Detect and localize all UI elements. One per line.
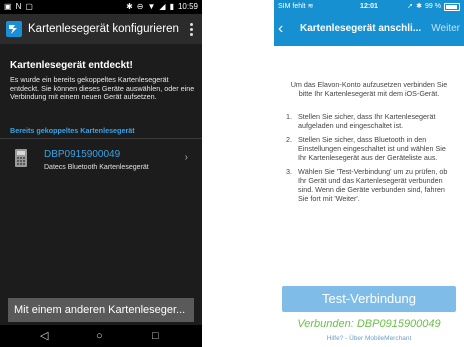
back-nav-icon[interactable]: ◁ [40, 330, 48, 342]
bluetooth-icon: ✱ [126, 2, 133, 11]
discovered-description: Es wurde ein bereits gekoppeltes Kartenl… [10, 75, 195, 102]
help-link[interactable]: Hilfe? - Über MobileMerchant [274, 335, 464, 342]
overflow-menu-icon[interactable] [186, 21, 196, 37]
signal-icon: ◢ [159, 2, 166, 11]
android-status-time: 10:59 [177, 2, 198, 11]
recents-nav-icon[interactable]: □ [152, 330, 159, 342]
bluetooth-icon: ✱ [416, 3, 423, 10]
instruction-step: 3. Wählen Sie 'Test-Verbindung' um zu prü… [286, 167, 448, 203]
next-button[interactable]: Weiter [431, 18, 460, 40]
intro-text: Um das Elavon-Konto aufzusetzen verbinde… [290, 80, 448, 98]
nav-title: Kartenlesegerät anschli... [300, 23, 422, 34]
chevron-right-icon: › [184, 152, 188, 163]
paired-section-label: Bereits gekoppeltes Kartenlesegerät [10, 126, 135, 135]
notification-icon: ▣ [4, 2, 12, 11]
back-chevron-icon[interactable]: ‹ [278, 18, 283, 40]
gallery-icon: ▢ [25, 2, 33, 11]
ios-screen: SIM fehlt ≋ 12:01 ➚ ✱ 99 % ‹ Kartenleseg… [274, 0, 464, 347]
home-nav-icon[interactable]: ○ [96, 330, 103, 342]
instruction-step: 1. Stellen Sie sicher, dass Ihr Kartenles… [286, 112, 436, 130]
discovered-heading: Kartenlesegerät entdeckt! [10, 60, 133, 71]
wifi-icon: ▼ [147, 2, 156, 11]
app-logo-icon [6, 21, 22, 37]
card-reader-icon [14, 148, 28, 168]
android-status-bar: ▣ N ▢ ✱ ⊖ ▼ ◢ ▮ 10:59 [0, 0, 202, 14]
other-reader-button[interactable]: Mit einem anderen Kartenleseger... [8, 298, 194, 322]
android-nav-bar: ◁ ○ □ [0, 325, 202, 347]
battery-icon: ▮ [169, 2, 174, 11]
nfc-icon: N [15, 2, 22, 11]
ios-header: SIM fehlt ≋ 12:01 ➚ ✱ 99 % ‹ Kartenleseg… [274, 0, 464, 46]
connection-status: Verbunden: DBP0915900049 [297, 318, 441, 330]
location-icon: ➚ [407, 3, 414, 10]
battery-percent: 99 % [425, 3, 441, 10]
test-connection-button[interactable]: Test-Verbindung [282, 286, 456, 312]
dnd-icon: ⊖ [136, 2, 144, 11]
device-name: DBP0915900049 [44, 149, 121, 160]
battery-icon [444, 3, 460, 11]
android-screen: ▣ N ▢ ✱ ⊖ ▼ ◢ ▮ 10:59 Kartenlesegerät ko… [0, 0, 202, 347]
paired-device-item[interactable]: DBP0915900049 Datecs Bluetooth Kartenles… [0, 142, 202, 178]
ios-status-bar: SIM fehlt ≋ 12:01 ➚ ✱ 99 % [274, 0, 464, 14]
instruction-list: 1. Stellen Sie sicher, dass Ihr Kartenles… [286, 112, 456, 208]
instruction-step: 2. Stellen Sie sicher, dass Bluetooth in … [286, 135, 446, 162]
android-app-bar: Kartenlesegerät konfigurieren [0, 14, 202, 44]
app-bar-title: Kartenlesegerät konfigurieren [28, 23, 179, 35]
device-subtitle: Datecs Bluetooth Kartenlesegerät [44, 164, 149, 171]
section-divider [0, 138, 202, 139]
